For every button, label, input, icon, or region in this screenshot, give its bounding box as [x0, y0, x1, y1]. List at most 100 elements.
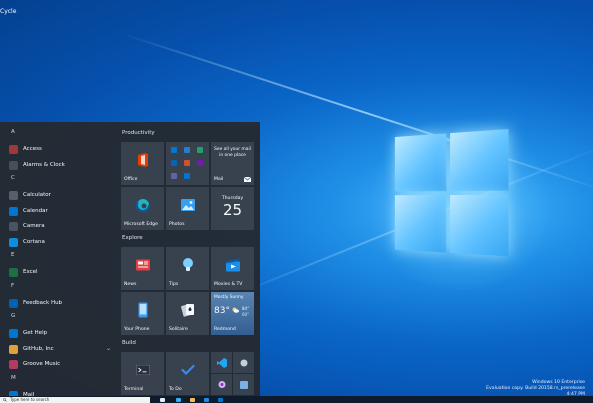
app-list-item-access[interactable]: Access [0, 143, 116, 157]
word-icon [184, 147, 190, 153]
start-menu: A Access Alarms & Clock C Calculator Calendar… [0, 122, 260, 403]
feedback-hub-icon [9, 298, 18, 308]
desktop-shortcut-label: Cycle [0, 8, 17, 15]
app-list-letter-header[interactable]: M [11, 375, 16, 381]
app-list-item-cortana[interactable]: Cortana [0, 236, 116, 250]
feedback-icon [218, 380, 225, 388]
app-list-item-camera[interactable]: Camera [0, 220, 116, 234]
tile-office-apps-folder[interactable] [166, 142, 209, 185]
app-list-item-label: Access [23, 146, 42, 152]
app-list-item-label: Calculator [23, 192, 51, 198]
camera-icon [9, 222, 18, 231]
mail-taskbar-icon[interactable] [218, 398, 223, 402]
tile-label: Microsoft Edge [124, 222, 158, 227]
tile-small-app[interactable] [233, 352, 254, 373]
app-list-letter-header[interactable]: G [11, 313, 15, 319]
movies-icon [225, 258, 240, 272]
access-icon [9, 145, 18, 154]
checkmark-icon [181, 365, 194, 376]
logo-pane [394, 195, 447, 253]
tile-news[interactable]: News [121, 247, 164, 290]
app-folder-grid [171, 147, 204, 180]
tile-label: News [124, 282, 137, 287]
file-explorer-icon[interactable] [190, 398, 195, 402]
calendar-icon [9, 206, 18, 216]
skype-icon [184, 173, 190, 179]
onenote-icon [197, 160, 203, 166]
phone-icon [138, 302, 147, 318]
weather-temperature: 83° [214, 306, 230, 316]
store-taskbar-icon[interactable] [204, 398, 209, 402]
search-placeholder: Type here to search [10, 397, 50, 402]
app-list-item-calendar[interactable]: Calendar [0, 205, 116, 219]
mail-promo-text: See all your mail in one place [214, 147, 251, 158]
evaluation-watermark: Windows 10 Enterprise Evaluation copy. B… [486, 380, 585, 398]
edge-taskbar-icon[interactable] [176, 398, 181, 402]
app-list-letter-header[interactable]: E [11, 252, 14, 258]
app-list-item-calculator[interactable]: Calculator [0, 189, 116, 203]
outlook-icon [171, 147, 177, 153]
weather-condition: Mostly Sunny [214, 295, 244, 300]
logo-pane [450, 129, 509, 192]
calculator-icon [9, 191, 18, 200]
tile-tips[interactable]: Tips [166, 247, 209, 290]
excel-icon [9, 268, 18, 277]
tile-solitaire[interactable]: Solitaire [166, 292, 209, 335]
app-list-item-groove-music[interactable]: Groove Music [0, 358, 116, 372]
news-icon [135, 259, 150, 271]
app-list-item-label: Groove Music [23, 361, 61, 367]
app-list-item-feedback-hub[interactable]: Feedback Hub [0, 297, 116, 311]
app-list-letter-header[interactable]: C [11, 175, 15, 181]
logo-pane [450, 194, 509, 257]
sun-cloud-icon [232, 307, 239, 313]
tile-movies-tv[interactable]: Movies & TV [211, 247, 254, 290]
onedrive-icon [171, 160, 177, 166]
task-view-icon[interactable] [160, 398, 165, 402]
chevron-down-icon[interactable]: ⌄ [106, 345, 111, 352]
calendar-date: 25 [222, 201, 243, 219]
tile-label: Mail [214, 177, 224, 182]
app-list-item-excel[interactable]: Excel [0, 266, 116, 280]
excel-icon [197, 147, 203, 153]
tile-to-do[interactable]: To Do [166, 352, 209, 395]
tile-calendar[interactable]: Thursday 25 [211, 187, 254, 230]
clock-time[interactable]: 4:47 PM [486, 392, 585, 398]
office-icon [137, 153, 148, 168]
tile-office[interactable]: Office [121, 142, 164, 185]
weather-high: 84° [242, 306, 250, 311]
app-list-item-label: Alarms & Clock [23, 161, 65, 168]
weather-low: 60° [242, 312, 250, 317]
app-list-item-label: Cortana [23, 238, 45, 245]
app-list-item-github-inc[interactable]: GitHub, Inc ⌄ [0, 343, 116, 357]
alarms-clock-icon [9, 160, 18, 170]
search-box[interactable]: Type here to search [0, 397, 150, 403]
powerpoint-icon [184, 160, 190, 166]
tile-label: Office [124, 177, 138, 182]
app-list-letter-header[interactable]: A [11, 129, 15, 135]
teams-icon [171, 173, 177, 179]
tile-small-app-2[interactable] [233, 374, 254, 395]
app-list-letter-header[interactable]: F [11, 283, 14, 289]
app-list-item-label: Camera [23, 223, 45, 229]
app-icon [239, 380, 248, 389]
group-title-productivity[interactable]: Productivity [122, 130, 155, 136]
tile-terminal[interactable]: Terminal [121, 352, 164, 395]
app-list-item-get-help[interactable]: Get Help [0, 327, 116, 341]
tile-mail[interactable]: See all your mail in one place Mail [211, 142, 254, 185]
group-title-build[interactable]: Build [122, 340, 136, 346]
desktop-shortcut[interactable]: Cycle [0, 0, 18, 16]
app-icon [240, 359, 247, 366]
tile-visual-studio-code[interactable] [211, 352, 232, 373]
tile-your-phone[interactable]: Your Phone [121, 292, 164, 335]
app-list-item-alarms-clock[interactable]: Alarms & Clock [0, 159, 116, 173]
tile-label: Terminal [124, 387, 144, 392]
app-list-item-label: GitHub, Inc [23, 345, 54, 352]
app-list-item-label: Calendar [23, 207, 48, 214]
tile-weather[interactable]: Mostly Sunny 83° 84° 60° Redmond [211, 292, 254, 335]
group-title-explore[interactable]: Explore [122, 235, 143, 241]
app-list: A Access Alarms & Clock C Calculator Calendar… [0, 122, 116, 403]
tile-photos[interactable]: Photos [166, 187, 209, 230]
tile-feedback[interactable] [211, 374, 232, 395]
tile-microsoft-edge[interactable]: Microsoft Edge [121, 187, 164, 230]
lightbulb-icon [182, 258, 193, 272]
